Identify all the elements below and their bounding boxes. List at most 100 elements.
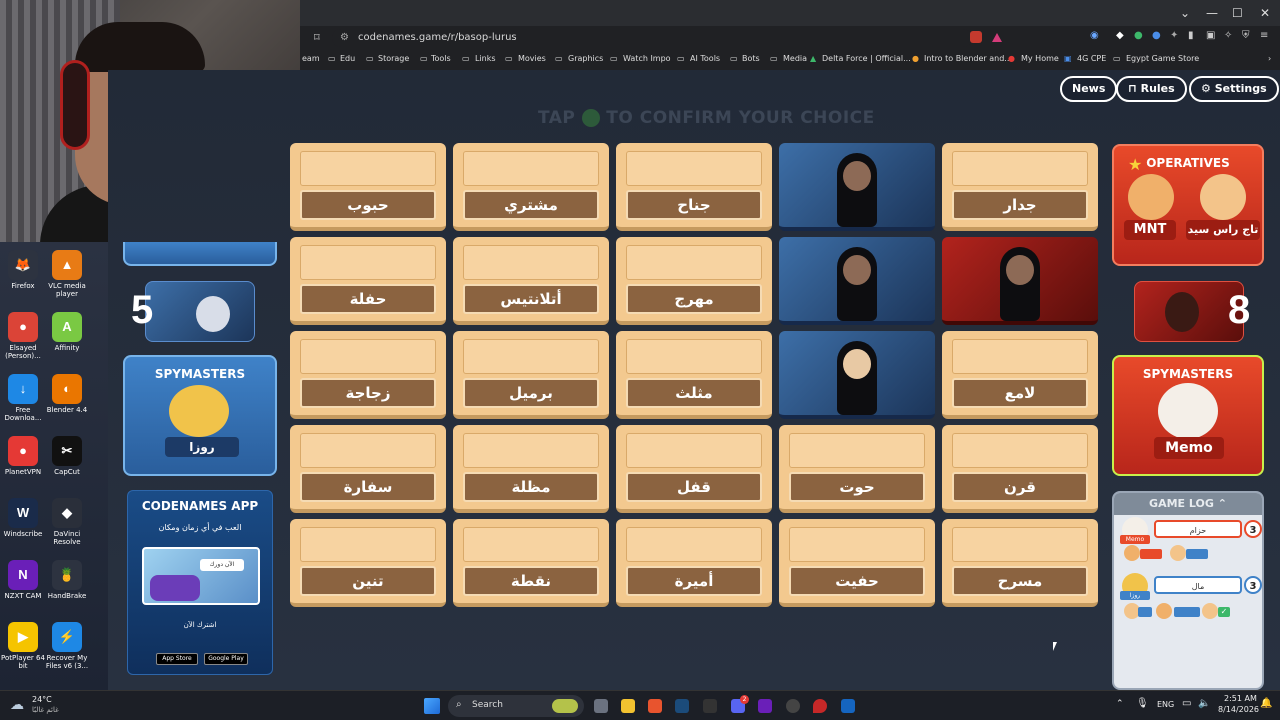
desktop-icon[interactable]: ⚡ Recover My Files v6 (3...	[41, 622, 93, 670]
app-promo[interactable]: CODENAMES APP العب في أي زمان ومكان الآن…	[127, 490, 273, 675]
epic-games-icon[interactable]	[703, 699, 717, 713]
volume-icon[interactable]: 🔈	[1198, 698, 1210, 709]
word-card[interactable]: قفل	[616, 425, 772, 513]
bookmark-item[interactable]: 4G CPE	[1077, 50, 1106, 68]
word-card[interactable]: مظلة	[453, 425, 609, 513]
sidebar-icon[interactable]: ▮	[1188, 30, 1194, 41]
word-card[interactable]: جناح	[616, 143, 772, 231]
extension-icon[interactable]: ◆	[1116, 30, 1124, 41]
bookmark-item[interactable]: Edu	[340, 50, 355, 68]
bookmark-item[interactable]: Movies	[518, 50, 546, 68]
word-card[interactable]: قرن	[942, 425, 1098, 513]
revealed-red-agent-card[interactable]	[942, 237, 1098, 325]
weather-icon[interactable]: ☁	[10, 697, 24, 713]
site-info-icon[interactable]: ⚙	[340, 29, 349, 47]
revealed-blue-agent-card[interactable]	[779, 331, 935, 419]
word-card[interactable]: نقطة	[453, 519, 609, 607]
chevron-down-icon[interactable]: ⌄	[1180, 6, 1190, 20]
bookmark-item[interactable]: AI Tools	[690, 50, 720, 68]
file-explorer-icon[interactable]	[621, 699, 635, 713]
word-card[interactable]: سفارة	[290, 425, 446, 513]
puzzle-icon[interactable]: ✦	[1170, 30, 1178, 41]
chevron-up-icon[interactable]: ⌃	[1218, 497, 1227, 510]
word-card[interactable]: مشتري	[453, 143, 609, 231]
close-button[interactable]: ✕	[1260, 6, 1270, 20]
word-card[interactable]: جدار	[942, 143, 1098, 231]
app-icon[interactable]	[841, 699, 855, 713]
chevron-up-icon[interactable]: ⌃	[1116, 699, 1124, 709]
desktop-icon[interactable]: ◆ DaVinci Resolve	[41, 498, 93, 546]
clock-time[interactable]: 2:51 AM	[1224, 694, 1257, 703]
word-card[interactable]: أميرة	[616, 519, 772, 607]
vpn-icon[interactable]: ⛨	[1242, 30, 1250, 41]
word-card[interactable]: لامع	[942, 331, 1098, 419]
menu-icon[interactable]: ≡	[1260, 30, 1268, 41]
settings-button[interactable]: ⚙ Settings	[1189, 76, 1279, 102]
word-card[interactable]: تنين	[290, 519, 446, 607]
wallet-icon[interactable]: ▣	[1206, 30, 1215, 41]
chevron-right-icon[interactable]: ›	[1268, 50, 1271, 68]
bookmark-item[interactable]: Egypt Game Store	[1126, 50, 1199, 68]
news-button[interactable]: News	[1060, 76, 1118, 102]
bookmark-item[interactable]: Intro to Blender and...	[924, 50, 1012, 68]
language-indicator[interactable]: ENG	[1157, 700, 1174, 709]
bookmark-item[interactable]: Graphics	[568, 50, 603, 68]
map-pin-icon[interactable]	[813, 699, 827, 713]
bookmark-icon[interactable]: ⌑	[314, 31, 320, 44]
start-button[interactable]	[424, 698, 440, 714]
weather-desc[interactable]: غائم غالبًا	[32, 706, 59, 714]
revealed-blue-agent-card[interactable]	[779, 237, 935, 325]
app-store-badge[interactable]: App Store	[156, 653, 198, 665]
weather-temp[interactable]: 24°C	[32, 695, 52, 704]
rules-button[interactable]: ⊓ Rules	[1116, 76, 1187, 102]
desktop-icon[interactable]: ✂ CapCut	[41, 436, 93, 476]
desktop-icon[interactable]: ▲ VLC media player	[41, 250, 93, 298]
bookmark-item[interactable]: Storage	[378, 50, 409, 68]
microphone-icon[interactable]: 🎙	[1136, 698, 1149, 709]
ai-icon[interactable]: ✧	[1224, 30, 1232, 41]
bookmark-item[interactable]: My Home	[1021, 50, 1059, 68]
word-card[interactable]: حفيت	[779, 519, 935, 607]
word-card[interactable]: مسرح	[942, 519, 1098, 607]
game-log-header[interactable]: GAME LOG ⌃	[1114, 493, 1262, 515]
brave-shield-icon[interactable]	[970, 31, 982, 43]
revealed-blue-agent-card[interactable]	[779, 143, 935, 231]
word-card[interactable]: أتلانتيس	[453, 237, 609, 325]
minimize-button[interactable]: —	[1206, 6, 1218, 20]
extension-icon[interactable]: ●	[1134, 30, 1143, 41]
word-card[interactable]: مثلث	[616, 331, 772, 419]
bookmark-item[interactable]: Bots	[742, 50, 760, 68]
card-word: حفيت	[789, 566, 925, 596]
word-card[interactable]: برميل	[453, 331, 609, 419]
desktop-icon[interactable]: ◐ Blender 4.4	[41, 374, 93, 414]
notification-icon[interactable]: 🔔	[1260, 698, 1272, 709]
bookmark-item[interactable]: Delta Force | Official...	[822, 50, 911, 68]
card-word: نقطة	[463, 566, 599, 596]
address-bar[interactable]: ⚙ codenames.game/r/basop-lurus	[332, 29, 972, 47]
nzxt-icon[interactable]	[758, 699, 772, 713]
extension-icon[interactable]: ●	[1152, 30, 1161, 41]
desktop-icon[interactable]: A Affinity	[41, 312, 93, 352]
word-card[interactable]: حبوب	[290, 143, 446, 231]
brave-icon[interactable]	[648, 699, 662, 713]
maximize-button[interactable]: ☐	[1232, 6, 1243, 20]
network-icon[interactable]: ▭	[1182, 698, 1191, 709]
word-card[interactable]: مهرج	[616, 237, 772, 325]
desktop-icon[interactable]: 🍍 HandBrake	[41, 560, 93, 600]
chrome-icon[interactable]	[786, 699, 800, 713]
word-card[interactable]: حوت	[779, 425, 935, 513]
bookmark-item[interactable]: Media	[783, 50, 807, 68]
bookmark-item[interactable]: Watch Impo	[623, 50, 671, 68]
clock-date[interactable]: 8/14/2026	[1218, 705, 1259, 714]
google-play-badge[interactable]: Google Play	[204, 653, 248, 665]
word-card[interactable]: زجاجة	[290, 331, 446, 419]
rewards-icon[interactable]	[992, 33, 1002, 42]
steam-icon[interactable]	[675, 699, 689, 713]
task-view-icon[interactable]	[594, 699, 608, 713]
bookmark-item[interactable]: Tools	[431, 50, 451, 68]
search-box[interactable]: ⌕ Search	[448, 695, 584, 717]
bookmark-item[interactable]: Links	[475, 50, 496, 68]
word-card[interactable]: حفلة	[290, 237, 446, 325]
extension-icon[interactable]: ◉	[1090, 30, 1099, 41]
bookmark-item[interactable]: eam	[302, 50, 320, 68]
